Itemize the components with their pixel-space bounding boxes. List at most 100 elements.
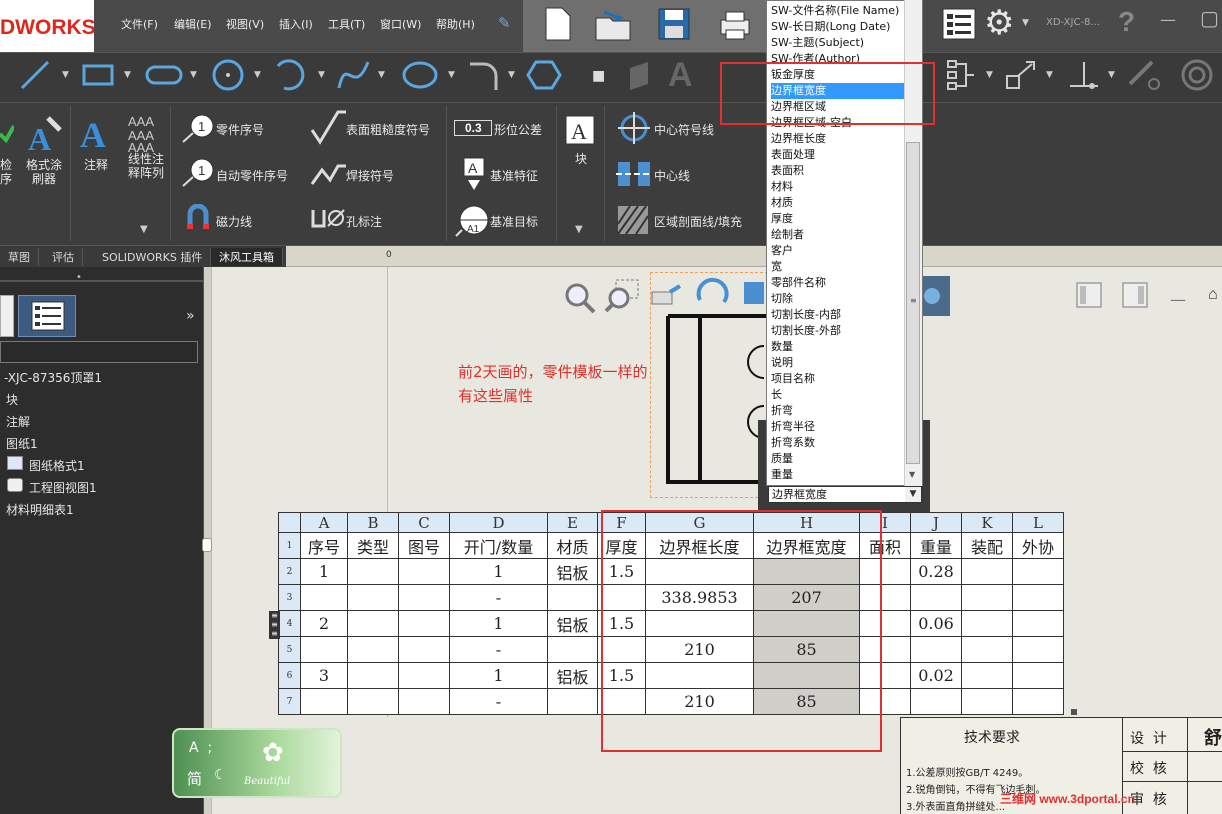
table-cell[interactable] (961, 688, 1013, 715)
splitter-handle[interactable] (202, 538, 212, 552)
circle-dropdown-arrow[interactable]: ▼ (254, 70, 261, 80)
panel-collapse-right-icon[interactable] (1122, 282, 1148, 308)
menu-view[interactable]: 视图(V) (226, 16, 264, 32)
col-header-j[interactable]: J (910, 512, 962, 533)
table-cell[interactable] (398, 610, 450, 637)
table-cell[interactable] (300, 636, 348, 663)
table-cell[interactable] (1012, 558, 1064, 585)
dropdown-option[interactable]: 重量 (771, 467, 905, 483)
zoom-fit-icon[interactable] (562, 280, 596, 314)
note-label[interactable]: 注释 (84, 156, 108, 173)
table-cell[interactable] (961, 662, 1013, 689)
tree-filter-input[interactable] (0, 341, 198, 363)
spline-dropdown-arrow[interactable]: ▼ (378, 70, 385, 80)
move-entity-icon[interactable] (1004, 58, 1040, 92)
block-icon[interactable]: A (564, 114, 596, 148)
dropdown-option[interactable]: 折弯半径 (771, 419, 905, 435)
table-cell[interactable]: 铝板 (547, 558, 598, 585)
ime-mode-row[interactable]: A ; (189, 740, 212, 756)
col-header-d[interactable]: D (449, 512, 548, 533)
menu-file[interactable]: 文件(F) (121, 16, 158, 32)
row-split-handle[interactable]: ≡ ≡ ≡ (269, 611, 280, 639)
table-cell[interactable] (398, 558, 450, 585)
table-cell[interactable]: 开门/数量 (449, 532, 548, 559)
table-cell[interactable] (547, 688, 598, 715)
rapid-sketch-icon[interactable] (1180, 58, 1214, 92)
gtol-label[interactable]: 形位公差 (494, 121, 542, 138)
menu-insert[interactable]: 插入(I) (279, 16, 313, 32)
table-cell[interactable] (910, 636, 962, 663)
dropdown-option[interactable]: SW-文件名称(File Name) (771, 3, 905, 19)
spell-check-icon[interactable] (0, 118, 14, 146)
dropdown-option[interactable]: SW-主题(Subject) (771, 35, 905, 51)
tree-item-drawing-view[interactable]: 工程图视图1 (29, 479, 97, 496)
table-cell[interactable] (1012, 662, 1064, 689)
table-cell[interactable] (1012, 610, 1064, 637)
tab-mufeng-toolbox[interactable]: 沐风工具箱 (211, 248, 283, 266)
col-header-a[interactable]: A (300, 512, 348, 533)
pin-icon[interactable]: ✎ (498, 14, 511, 32)
point-tool-icon[interactable]: ■ (592, 68, 605, 84)
table-cell[interactable]: 3 (300, 662, 348, 689)
table-cell[interactable]: 2 (300, 610, 348, 637)
hole-callout-label[interactable]: 孔标注 (346, 213, 382, 230)
table-cell[interactable] (347, 636, 399, 663)
menu-help[interactable]: 帮助(H) (436, 16, 475, 32)
tree-item-bom[interactable]: 材料明细表1 (6, 501, 74, 518)
slot-dropdown-arrow[interactable]: ▼ (190, 70, 197, 80)
dropdown-option[interactable]: 宽 (771, 259, 905, 275)
table-cell[interactable] (910, 584, 962, 611)
block-dropdown-arrow[interactable]: ▼ (575, 224, 583, 235)
dropdown-option[interactable]: 材料 (771, 179, 905, 195)
table-cell[interactable]: 0.06 (910, 610, 962, 637)
dropdown-option[interactable]: 客户 (771, 243, 905, 259)
table-cell[interactable] (398, 662, 450, 689)
row-number[interactable]: 4 (278, 610, 301, 637)
table-cell[interactable] (347, 584, 399, 611)
scroll-down-arrow[interactable]: ▼ (909, 470, 915, 479)
table-cell[interactable] (961, 558, 1013, 585)
dropdown-option[interactable]: 质量 (771, 451, 905, 467)
ellipse-dropdown-arrow[interactable]: ▼ (448, 70, 455, 80)
table-cell[interactable] (1012, 584, 1064, 611)
table-cell[interactable] (347, 662, 399, 689)
table-cell[interactable] (347, 610, 399, 637)
properties-icon[interactable] (940, 6, 978, 42)
ellipse-tool-icon[interactable] (400, 58, 440, 92)
property-manager-tab[interactable] (18, 295, 76, 337)
table-cell[interactable]: 类型 (347, 532, 399, 559)
dropdown-option[interactable]: 厚度 (771, 211, 905, 227)
row-number[interactable]: 2 (278, 558, 301, 585)
table-cell[interactable]: 0.02 (910, 662, 962, 689)
fillet-tool-icon[interactable] (466, 58, 502, 92)
feature-tree-tab[interactable] (0, 295, 14, 337)
tab-solidworks-addins[interactable]: SOLIDWORKS 插件 (94, 248, 212, 266)
sheet-restore-icon[interactable]: ⌂ (1208, 286, 1218, 304)
col-header-b[interactable]: B (347, 512, 399, 533)
dropdown-option[interactable]: 说明 (771, 355, 905, 371)
help-icon[interactable]: ? (1118, 6, 1135, 38)
dropdown-option[interactable]: 材质 (771, 195, 905, 211)
relation-icon[interactable] (1066, 58, 1102, 92)
dropdown-option[interactable]: 表面积 (771, 163, 905, 179)
table-cell[interactable]: 1 (449, 558, 548, 585)
dropdown-option[interactable]: 切割长度-外部 (771, 323, 905, 339)
fillet-dropdown-arrow[interactable]: ▼ (508, 70, 515, 80)
magnetic-line-icon[interactable] (184, 204, 212, 232)
row-number[interactable]: 7 (278, 688, 301, 715)
auto-balloon-icon[interactable]: 1 (180, 156, 216, 190)
zoom-area-icon[interactable] (604, 278, 640, 314)
dropdown-option[interactable]: 项目名称 (771, 371, 905, 387)
dropdown-option[interactable]: 绘制者 (771, 227, 905, 243)
options-dropdown-arrow[interactable]: ▼ (1022, 18, 1029, 28)
table-cell[interactable]: - (449, 636, 548, 663)
linear-note-pattern-icon[interactable]: AAAAAAAAA (126, 112, 170, 152)
dropdown-option[interactable]: SW-长日期(Long Date) (771, 19, 905, 35)
surface-finish-label[interactable]: 表面粗糙度符号 (346, 121, 430, 138)
text-tool-icon[interactable]: A (668, 56, 693, 95)
open-folder-icon[interactable] (594, 6, 634, 42)
minimize-icon[interactable]: — (1160, 10, 1176, 29)
new-document-icon[interactable] (540, 6, 574, 42)
datum-feature-label[interactable]: 基准特征 (490, 167, 538, 184)
row-number[interactable]: 5 (278, 636, 301, 663)
